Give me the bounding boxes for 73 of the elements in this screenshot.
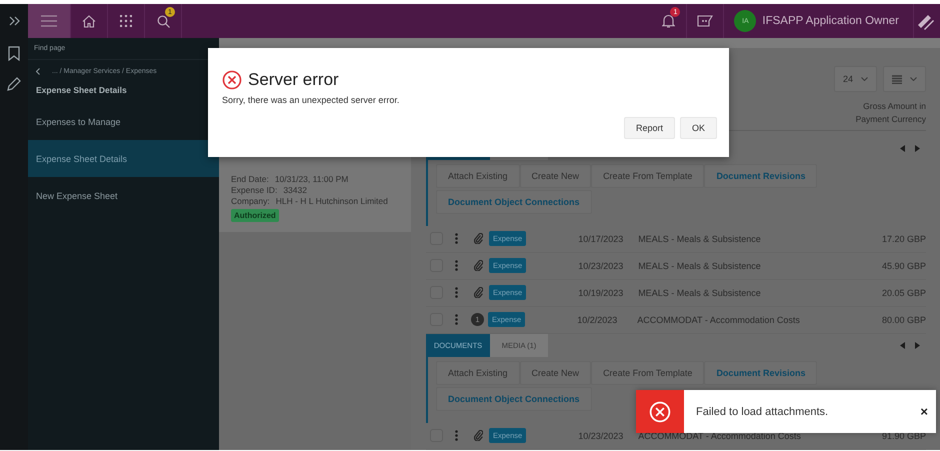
expense-description: MEALS - Meals & Subsistence	[638, 260, 762, 270]
field-value: 10/31/23, 11:00 PM	[274, 174, 348, 184]
action-button[interactable]: Create New	[520, 360, 592, 384]
action-button[interactable]: Document Revisions	[704, 360, 818, 384]
grid-icon	[120, 15, 132, 27]
user-name[interactable]: IFSAPP Application Owner	[762, 15, 899, 27]
bell-icon	[662, 14, 675, 28]
expense-date: 10/19/2023	[578, 288, 624, 298]
paperclip-icon[interactable]	[474, 260, 482, 271]
action-button[interactable]: Create From Template	[591, 360, 704, 384]
menu-button[interactable]	[28, 4, 71, 38]
field-value: HLH - H L Hutchinson Limited	[276, 196, 388, 206]
view-select[interactable]	[883, 66, 926, 92]
more-icon[interactable]	[455, 314, 458, 325]
dialog-button[interactable]: OK	[680, 117, 717, 139]
search-icon	[156, 14, 170, 28]
field-label: Company:	[231, 196, 270, 206]
scroll-left-icon[interactable]	[900, 144, 905, 152]
error-icon	[649, 400, 671, 422]
paperclip-icon[interactable]	[474, 430, 482, 441]
more-icon[interactable]	[455, 287, 458, 298]
expense-description: ACCOMMODAT - Accommodation Costs	[638, 430, 802, 440]
field-label: Expense ID:	[231, 185, 278, 195]
column-header[interactable]: Gross Amount in Payment Currency	[836, 100, 926, 126]
scroll-right-icon[interactable]	[915, 342, 920, 348]
pencil-icon[interactable]	[7, 77, 21, 91]
paperclip-icon[interactable]	[474, 287, 482, 298]
expense-amount: 20.05 GBP	[882, 288, 926, 298]
back-icon[interactable]	[36, 68, 40, 75]
navigator-title: Expense Sheet Details	[35, 84, 128, 97]
home-icon	[82, 14, 96, 28]
expense-date: 10/2/2023	[577, 314, 618, 324]
field-value: 33432	[283, 185, 307, 195]
action-button[interactable]: Attach Existing	[436, 164, 520, 188]
expense-amount: 45.90 GBP	[882, 260, 926, 270]
expense-date: 10/23/2023	[578, 260, 624, 270]
expense-description: MEALS - Meals & Subsistence	[638, 234, 762, 244]
expense-date: 10/17/2023	[578, 234, 624, 244]
expand-icon[interactable]	[8, 16, 20, 26]
paperclip-icon[interactable]	[474, 233, 482, 244]
expense-amount: 17.20 GBP	[882, 234, 926, 244]
page-size-select[interactable]: 24	[834, 66, 877, 92]
status-badge: Authorized	[231, 209, 279, 222]
bookmark-icon[interactable]	[8, 46, 20, 61]
chat-icon	[697, 15, 714, 27]
more-icon[interactable]	[455, 233, 458, 244]
expense-description: ACCOMMODAT - Accommodation Costs	[637, 314, 801, 324]
error-icon	[222, 70, 242, 90]
list-icon	[892, 74, 902, 84]
field-label: End Date:	[231, 174, 269, 184]
toast-message: Failed to load attachments.	[696, 406, 830, 418]
chevron-down-icon	[861, 77, 868, 81]
close-button[interactable]: ×	[920, 404, 928, 419]
action-button[interactable]: Attach Existing	[436, 360, 520, 384]
more-icon[interactable]	[455, 260, 458, 271]
navigator-item[interactable]: Expense Sheet Details	[28, 140, 219, 177]
chevron-down-icon	[910, 77, 917, 81]
more-icon[interactable]	[455, 430, 458, 441]
menu-icon	[41, 15, 57, 27]
expense-amount: 80.00 GBP	[882, 314, 926, 324]
expense-description: MEALS - Meals & Subsistence	[638, 288, 762, 298]
dialog-title: Server error	[248, 70, 339, 90]
action-button[interactable]: Document Object Connections	[436, 386, 592, 410]
action-button[interactable]: Document Revisions	[704, 164, 818, 188]
action-button[interactable]: Create From Template	[591, 164, 704, 188]
expense-amount: 91.90 GBP	[882, 430, 926, 440]
scroll-right-icon[interactable]	[915, 144, 920, 152]
expense-date: 10/23/2023	[578, 430, 624, 440]
action-button[interactable]: Create New	[520, 164, 592, 188]
scroll-left-icon[interactable]	[900, 342, 905, 348]
dialog-message: Sorry, there was an unexpected server error.	[222, 95, 400, 105]
action-button[interactable]: Document Object Connections	[436, 190, 592, 214]
dialog-button[interactable]: Report	[624, 117, 675, 139]
